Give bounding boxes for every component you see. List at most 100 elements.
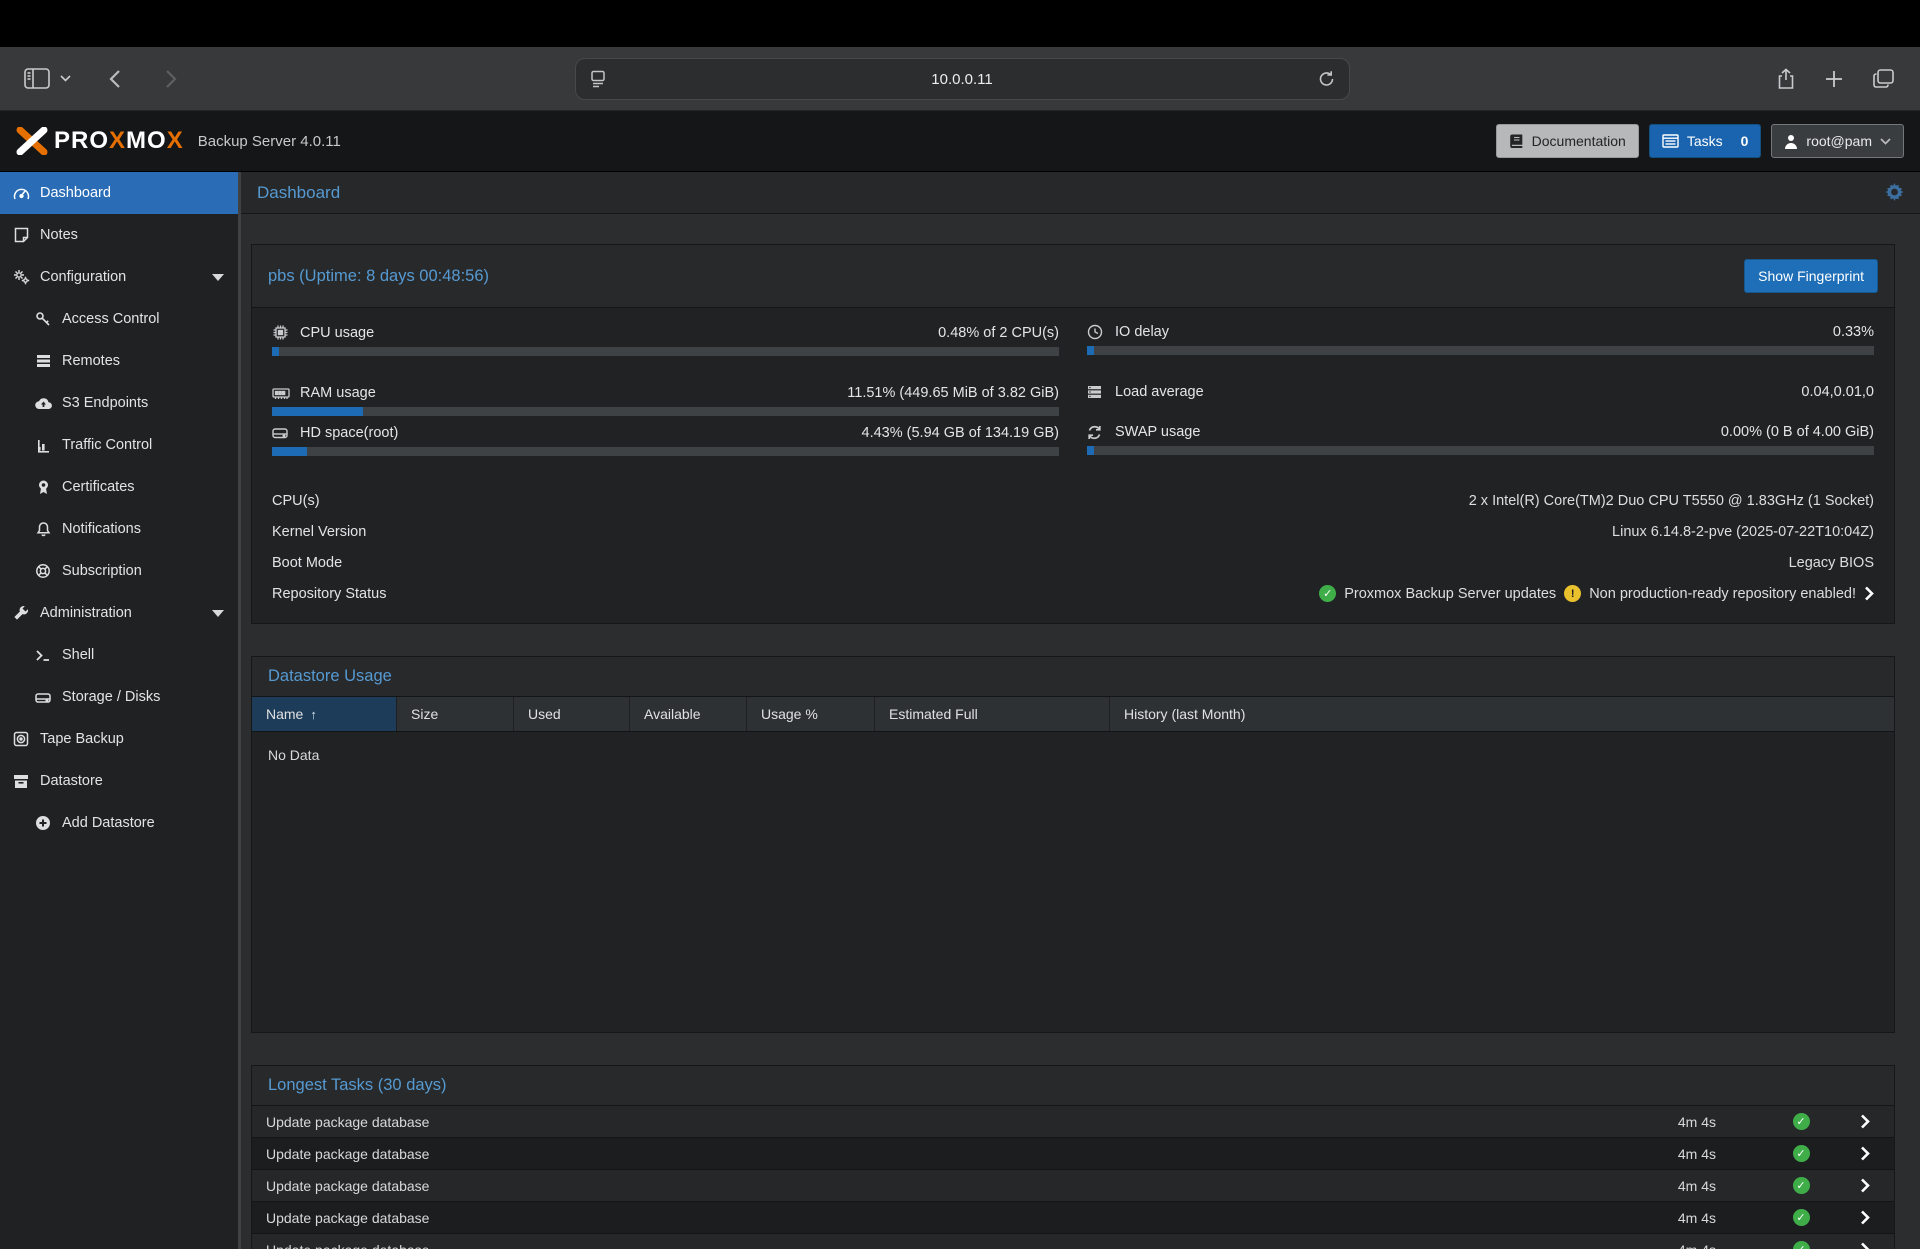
browser-back-icon[interactable] <box>109 69 121 89</box>
browser-forward-icon[interactable] <box>165 69 177 89</box>
io-delay-row: IO delay 0.33% <box>1087 324 1874 340</box>
sidebar-item-notifications[interactable]: Notifications <box>0 508 238 550</box>
sidebar-item-shell[interactable]: Shell <box>0 634 238 676</box>
product-version: Backup Server 4.0.11 <box>198 133 341 150</box>
browser-toolbar: 10.0.0.11 <box>0 47 1920 111</box>
sort-ascending-icon: ↑ <box>310 707 317 722</box>
hdd-icon <box>34 691 52 704</box>
caret-down-icon <box>212 610 224 617</box>
sidebar-chevron-down-icon[interactable] <box>60 75 71 82</box>
task-row[interactable]: Update package database 4m 4s ✓ <box>252 1106 1894 1138</box>
app-body: Dashboard Notes Configuration Access Con… <box>0 172 1920 1249</box>
ram-usage-bar <box>272 407 1059 416</box>
task-row[interactable]: Update package database 4m 4s ✓ <box>252 1234 1894 1249</box>
chevron-right-icon[interactable] <box>1836 1178 1894 1193</box>
show-fingerprint-button[interactable]: Show Fingerprint <box>1744 259 1878 293</box>
book-icon <box>1509 133 1524 149</box>
tasks-button[interactable]: Tasks 0 <box>1649 124 1762 158</box>
cloud-upload-icon <box>34 397 52 410</box>
task-row[interactable]: Update package database 4m 4s ✓ <box>252 1138 1894 1170</box>
pbs-panel-body: CPU usage 0.48% of 2 CPU(s) RAM usage 11… <box>252 308 1894 623</box>
swap-usage-bar <box>1087 446 1874 455</box>
user-menu-button[interactable]: root@pam <box>1771 124 1904 158</box>
stats-left-column: CPU usage 0.48% of 2 CPU(s) RAM usage 11… <box>272 324 1059 465</box>
browser-left-controls <box>24 68 177 89</box>
check-circle-icon: ✓ <box>1793 1241 1810 1249</box>
sidebar-item-datastore[interactable]: Datastore <box>0 760 238 802</box>
browser-right-controls <box>1777 68 1894 90</box>
column-header-name[interactable]: Name ↑ <box>252 697 397 731</box>
content-scroll-area: pbs (Uptime: 8 days 00:48:56) Show Finge… <box>241 214 1920 1249</box>
column-header-usage-pct[interactable]: Usage % <box>747 697 875 731</box>
column-header-estimated-full[interactable]: Estimated Full <box>875 697 1110 731</box>
check-circle-icon: ✓ <box>1793 1177 1810 1194</box>
swap-usage-row: SWAP usage 0.00% (0 B of 4.00 GiB) <box>1087 424 1874 440</box>
ram-usage-row: RAM usage 11.51% (449.65 MiB of 3.82 GiB… <box>272 385 1059 401</box>
column-header-history[interactable]: History (last Month) <box>1110 697 1894 731</box>
repository-status-value: ✓ Proxmox Backup Server updates ! Non pr… <box>1319 585 1874 602</box>
sidebar-toggle-icon[interactable] <box>24 68 50 89</box>
archive-box-icon <box>12 774 30 789</box>
pbs-panel-title: pbs (Uptime: 8 days 00:48:56) <box>268 267 489 286</box>
kernel-info-row: Kernel Version Linux 6.14.8-2-pve (2025-… <box>272 516 1874 547</box>
cpu-usage-bar <box>272 347 1059 356</box>
task-list-icon <box>1662 134 1679 148</box>
sidebar-item-tape-backup[interactable]: Tape Backup <box>0 718 238 760</box>
page-format-icon[interactable] <box>590 70 606 88</box>
sidebar-item-configuration[interactable]: Configuration <box>0 256 238 298</box>
chevron-right-icon[interactable] <box>1864 586 1874 601</box>
tabs-overview-icon[interactable] <box>1873 69 1894 88</box>
brand-wordmark: PROXMOX <box>54 127 184 155</box>
chevron-right-icon[interactable] <box>1836 1210 1894 1225</box>
sidebar-item-dashboard[interactable]: Dashboard <box>0 172 238 214</box>
sidebar-item-notes[interactable]: Notes <box>0 214 238 256</box>
warning-circle-icon: ! <box>1564 585 1581 602</box>
certificate-icon <box>34 479 52 495</box>
chevron-down-icon <box>1880 138 1891 145</box>
sidebar-item-certificates[interactable]: Certificates <box>0 466 238 508</box>
column-header-used[interactable]: Used <box>514 697 630 731</box>
stats-right-column: IO delay 0.33% Load average 0.04,0.01,0 <box>1087 324 1874 465</box>
check-circle-icon: ✓ <box>1793 1113 1810 1130</box>
reload-icon[interactable] <box>1318 70 1335 88</box>
datastore-empty-state: No Data <box>252 732 1894 1032</box>
tasks-panel-header: Longest Tasks (30 days) <box>252 1066 1894 1106</box>
sidebar-item-remotes[interactable]: Remotes <box>0 340 238 382</box>
ram-icon <box>272 387 292 400</box>
share-icon[interactable] <box>1777 68 1795 90</box>
cpus-info-row: CPU(s) 2 x Intel(R) Core(TM)2 Duo CPU T5… <box>272 485 1874 516</box>
column-header-size[interactable]: Size <box>397 697 514 731</box>
address-bar[interactable]: 10.0.0.11 <box>575 58 1350 100</box>
sidebar-item-add-datastore[interactable]: Add Datastore <box>0 802 238 844</box>
main-area: Dashboard pbs (Uptime: 8 days 00:48:56) … <box>241 172 1920 1249</box>
task-row[interactable]: Update package database 4m 4s ✓ <box>252 1202 1894 1234</box>
bar-chart-icon <box>34 438 52 453</box>
url-text[interactable]: 10.0.0.11 <box>606 71 1318 88</box>
load-average-row: Load average 0.04,0.01,0 <box>1087 384 1874 400</box>
sidebar-item-storage-disks[interactable]: Storage / Disks <box>0 676 238 718</box>
plus-circle-icon <box>34 815 52 831</box>
sidebar-item-access-control[interactable]: Access Control <box>0 298 238 340</box>
tape-icon <box>12 731 30 747</box>
column-header-available[interactable]: Available <box>630 697 747 731</box>
dashboard-settings-gear-icon[interactable] <box>1885 183 1904 202</box>
sidebar-item-subscription[interactable]: Subscription <box>0 550 238 592</box>
new-tab-icon[interactable] <box>1825 70 1843 88</box>
gauge-icon <box>12 186 30 201</box>
datastore-table-header: Name ↑ Size Used Available Usage % Estim… <box>252 697 1894 732</box>
tasks-panel-title: Longest Tasks (30 days) <box>268 1076 447 1095</box>
chevron-right-icon[interactable] <box>1836 1242 1894 1249</box>
sidebar-item-s3-endpoints[interactable]: S3 Endpoints <box>0 382 238 424</box>
chevron-right-icon[interactable] <box>1836 1146 1894 1161</box>
task-row[interactable]: Update package database 4m 4s ✓ <box>252 1170 1894 1202</box>
documentation-button[interactable]: Documentation <box>1496 124 1639 158</box>
content-header: Dashboard <box>241 172 1920 214</box>
chevron-right-icon[interactable] <box>1836 1114 1894 1129</box>
terminal-icon <box>34 649 52 662</box>
header-actions: Documentation Tasks 0 root@pam <box>1496 124 1904 158</box>
server-stack-icon <box>1087 385 1107 399</box>
sidebar-item-traffic-control[interactable]: Traffic Control <box>0 424 238 466</box>
clock-icon <box>1087 324 1107 340</box>
system-info-rows: CPU(s) 2 x Intel(R) Core(TM)2 Duo CPU T5… <box>272 485 1874 609</box>
sidebar-item-administration[interactable]: Administration <box>0 592 238 634</box>
